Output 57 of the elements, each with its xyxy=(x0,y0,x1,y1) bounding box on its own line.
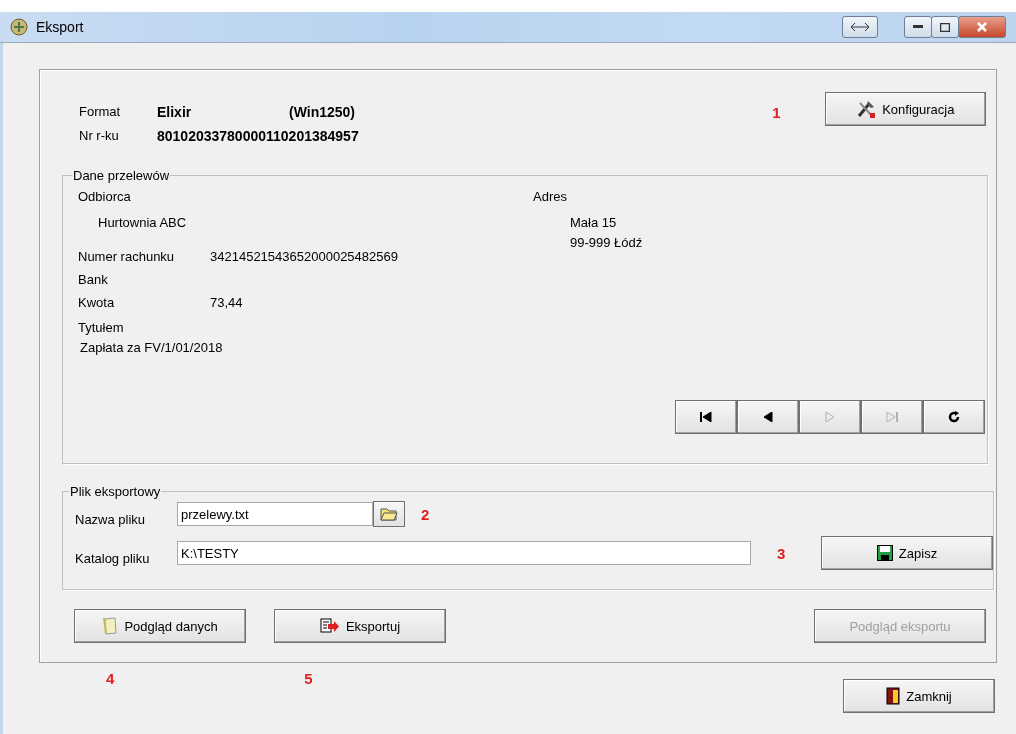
field-label: Bank xyxy=(78,272,109,287)
account-value: 80102033780000110201384957 xyxy=(157,128,360,144)
field-label: Numer rachunku xyxy=(78,249,176,264)
directory-label: Katalog pliku xyxy=(75,549,151,566)
file-name-field[interactable]: przelewy.txt xyxy=(177,502,373,526)
annotation-number: 3 xyxy=(777,544,787,562)
directory-field[interactable]: K:\TESTY xyxy=(177,541,751,565)
close-button[interactable] xyxy=(958,16,1006,38)
resize-button[interactable] xyxy=(842,16,878,38)
annotation-number: 2 xyxy=(421,505,430,523)
group-title: Dane przelewów xyxy=(72,168,171,183)
minimize-icon xyxy=(913,25,923,29)
field-value: 73,44 xyxy=(210,295,243,310)
maximize-icon xyxy=(940,22,950,32)
group-title: Plik eksportowy xyxy=(69,484,162,499)
next-record-icon xyxy=(825,412,835,422)
address-line: Mała 15 xyxy=(569,214,618,232)
close-icon xyxy=(977,22,987,32)
scroll-icon xyxy=(102,617,119,635)
format-value: Elixir xyxy=(157,104,193,120)
preview-button[interactable]: Podgląd danych xyxy=(74,609,246,643)
export-button[interactable]: Eksportuj xyxy=(274,609,446,643)
address-label: Adres xyxy=(533,188,568,206)
recipient-label: Odbiorca xyxy=(78,188,132,206)
encoding-value: (Win1250) xyxy=(289,104,356,120)
previous-record-icon xyxy=(763,412,773,422)
save-button[interactable]: Zapisz xyxy=(821,536,993,570)
folder-icon xyxy=(380,507,398,521)
title-label: Tytułem xyxy=(78,319,125,337)
first-record-icon xyxy=(700,412,712,422)
window-title: Eksport xyxy=(36,19,85,35)
field-value: 34214521543652000025482569 xyxy=(210,249,398,264)
refresh-button[interactable] xyxy=(923,400,985,434)
app-icon xyxy=(10,18,28,36)
browse-button[interactable] xyxy=(373,501,405,527)
title-value: Zapłata za FV/1/01/2018 xyxy=(79,339,224,357)
door-icon xyxy=(886,687,901,705)
annotation-number: 1 xyxy=(772,104,782,121)
refresh-icon xyxy=(948,411,960,423)
double-arrow-icon xyxy=(850,22,870,32)
account-label: Nr r-ku xyxy=(79,128,120,144)
close-window-button[interactable]: Zamknij xyxy=(843,679,995,713)
address-line: 99-999 Łódź xyxy=(569,234,643,252)
format-label: Format xyxy=(79,104,122,120)
previous-record-button[interactable] xyxy=(737,400,799,434)
field-label: Kwota xyxy=(78,295,116,310)
first-record-button[interactable] xyxy=(675,400,737,434)
recipient-name: Hurtownia ABC xyxy=(97,214,188,232)
configuration-button[interactable]: Konfiguracja xyxy=(824,92,986,126)
annotation-number: 5 xyxy=(304,670,313,687)
minimize-button[interactable] xyxy=(904,16,932,38)
document-arrow-icon xyxy=(319,618,340,634)
annotation-number: 4 xyxy=(106,670,115,687)
maximize-button[interactable] xyxy=(931,16,959,38)
tools-icon xyxy=(856,99,877,119)
last-record-icon xyxy=(886,412,898,422)
file-name-label: Nazwa pliku xyxy=(75,510,147,527)
